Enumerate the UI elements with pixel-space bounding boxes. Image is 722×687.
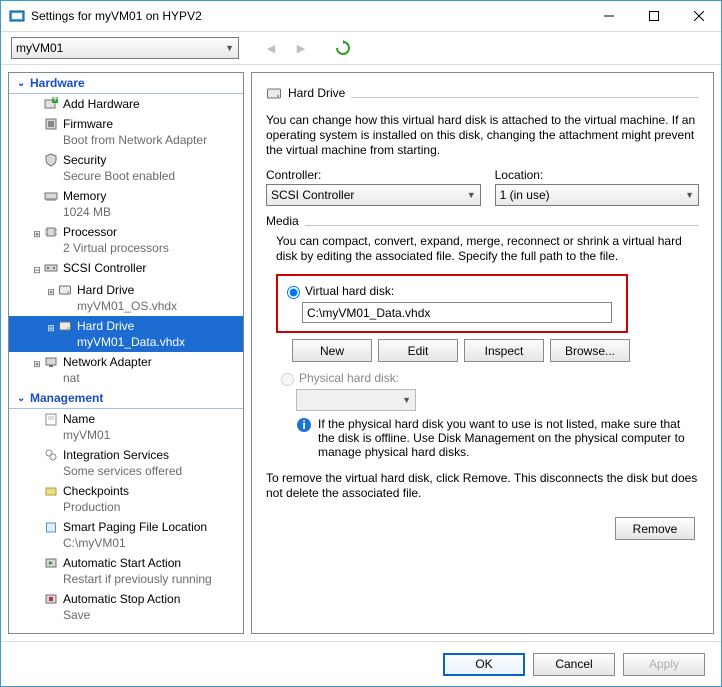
paging-icon [43,519,59,535]
media-label: Media [266,214,299,228]
name-icon [43,411,59,427]
tree-item-checkpoints[interactable]: CheckpointsProduction [9,481,243,517]
new-button[interactable]: New [292,339,372,362]
controller-value: SCSI Controller [271,188,354,202]
checkpoints-icon [43,483,59,499]
app-icon [9,8,25,24]
maximize-button[interactable] [631,1,676,31]
firmware-icon [43,116,59,132]
collapse-icon: ⌄ [17,393,27,404]
vhd-radio[interactable] [287,286,300,299]
chevron-down-icon: ▼ [685,190,694,200]
vm-selector-value: myVM01 [16,41,63,55]
detail-header: Hard Drive [266,85,699,101]
nav-forward-button[interactable]: ▶ [293,40,309,56]
network-adapter-icon [43,354,59,370]
remove-button[interactable]: Remove [615,517,695,540]
scsi-icon [43,260,59,276]
hard-drive-icon [57,318,73,334]
toolbar: myVM01 ▼ ◀ ▶ [1,31,721,65]
chevron-down-icon: ▼ [402,395,411,405]
chevron-down-icon: ▼ [225,43,234,53]
vm-selector-dropdown[interactable]: myVM01 ▼ [11,37,239,59]
vhd-radio-label: Virtual hard disk: [305,284,394,298]
tree-item-smart-paging[interactable]: Smart Paging File LocationC:\myVM01 [9,517,243,553]
hard-drive-icon [57,282,73,298]
browse-button[interactable]: Browse... [550,339,630,362]
tree-item-processor[interactable]: ⊞ Processor2 Virtual processors [9,222,243,258]
tree-item-security[interactable]: SecuritySecure Boot enabled [9,150,243,186]
controller-label: Controller: [266,168,481,182]
refresh-button[interactable] [333,38,353,58]
expand-icon[interactable]: ⊞ [45,282,57,300]
tree-item-network-adapter[interactable]: ⊞ Network Adapternat [9,352,243,388]
shield-icon [43,152,59,168]
processor-icon [43,224,59,240]
svg-text:+: + [51,97,58,105]
svg-text:i: i [302,418,305,432]
highlight-box: Virtual hard disk: [276,274,628,333]
settings-tree[interactable]: ⌄ Hardware + Add Hardware FirmwareBoot f… [8,72,244,634]
memory-icon [43,188,59,204]
physical-disk-info: If the physical hard disk you want to us… [318,417,699,459]
tree-item-hard-drive-data[interactable]: ⊞ Hard DrivemyVM01_Data.vhdx [9,316,243,352]
controller-dropdown[interactable]: SCSI Controller ▼ [266,184,481,206]
settings-window: Settings for myVM01 on HYPV2 myVM01 ▼ ◀ … [0,0,722,687]
detail-intro: You can change how this virtual hard dis… [266,113,699,158]
titlebar: Settings for myVM01 on HYPV2 [1,1,721,31]
cancel-button[interactable]: Cancel [533,653,615,676]
physical-disk-radio-label: Physical hard disk: [299,371,399,385]
tree-header-management[interactable]: ⌄ Management [9,388,243,409]
expand-icon[interactable]: ⊞ [31,354,43,372]
ok-button[interactable]: OK [443,653,525,676]
expand-icon[interactable]: ⊞ [31,224,43,242]
tree-item-auto-start[interactable]: Automatic Start ActionRestart if previou… [9,553,243,589]
add-hardware-icon: + [43,96,59,112]
chevron-down-icon: ▼ [467,190,476,200]
minimize-button[interactable] [586,1,631,31]
expand-icon[interactable]: ⊞ [45,318,57,336]
dialog-footer: OK Cancel Apply [1,641,721,686]
collapse-icon[interactable]: ⊟ [31,260,43,278]
hard-drive-icon [266,85,282,101]
detail-panel: Hard Drive You can change how this virtu… [251,72,714,634]
close-button[interactable] [676,1,721,31]
tree-item-auto-stop[interactable]: Automatic Stop ActionSave [9,589,243,625]
tree-item-firmware[interactable]: FirmwareBoot from Network Adapter [9,114,243,150]
tree-header-hardware[interactable]: ⌄ Hardware [9,73,243,94]
hardware-header-label: Hardware [30,76,85,90]
window-title: Settings for myVM01 on HYPV2 [31,9,586,23]
location-label: Location: [495,168,699,182]
auto-start-icon [43,555,59,571]
management-header-label: Management [30,391,103,405]
detail-header-text: Hard Drive [288,86,345,100]
tree-item-name[interactable]: NamemyVM01 [9,409,243,445]
media-group-header: Media [266,214,699,228]
location-dropdown[interactable]: 1 (in use) ▼ [495,184,699,206]
auto-stop-icon [43,591,59,607]
tree-item-scsi-controller[interactable]: ⊟ SCSI Controller [9,258,243,280]
collapse-icon: ⌄ [17,78,27,89]
tree-item-add-hardware[interactable]: + Add Hardware [9,94,243,114]
integration-icon [43,447,59,463]
apply-button: Apply [623,653,705,676]
edit-button[interactable]: Edit [378,339,458,362]
media-description: You can compact, convert, expand, merge,… [276,234,699,264]
nav-back-button[interactable]: ◀ [263,40,279,56]
info-icon: i [296,417,312,433]
tree-item-integration-services[interactable]: Integration ServicesSome services offere… [9,445,243,481]
location-value: 1 (in use) [500,188,550,202]
tree-item-hard-drive-os[interactable]: ⊞ Hard DrivemyVM01_OS.vhdx [9,280,243,316]
vhd-path-input[interactable] [302,302,612,323]
tree-item-memory[interactable]: Memory1024 MB [9,186,243,222]
physical-disk-radio [281,373,294,386]
inspect-button[interactable]: Inspect [464,339,544,362]
physical-disk-dropdown: ▼ [296,389,416,411]
remove-description: To remove the virtual hard disk, click R… [266,471,699,501]
